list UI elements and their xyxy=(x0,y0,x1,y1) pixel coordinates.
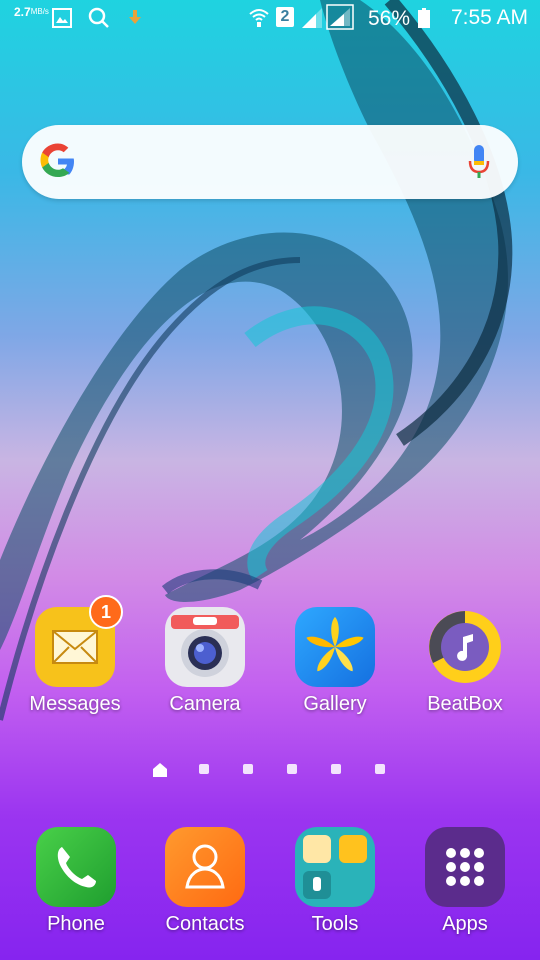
app-label: BeatBox xyxy=(427,693,503,715)
status-bar: 2.7 MB/s 2 56% 7:55 AM xyxy=(0,0,540,36)
page-dot[interactable] xyxy=(375,764,385,774)
search-icon xyxy=(88,7,110,29)
page-indicator xyxy=(0,762,540,778)
app-gallery[interactable]: Gallery xyxy=(270,607,400,716)
google-logo-icon xyxy=(40,143,74,177)
app-label: Apps xyxy=(442,913,488,935)
microphone-icon[interactable] xyxy=(468,143,490,181)
sim-icon: 2 xyxy=(276,7,294,27)
download-icon xyxy=(128,10,142,26)
signal-icon xyxy=(302,6,322,28)
google-search-bar[interactable] xyxy=(22,125,518,199)
wifi-icon xyxy=(248,6,270,28)
gallery-icon xyxy=(295,607,375,687)
app-label: Camera xyxy=(169,693,241,715)
contacts-icon xyxy=(165,827,245,907)
app-label: Phone xyxy=(47,913,105,935)
beatbox-icon xyxy=(425,607,505,687)
app-messages[interactable]: 1 Messages xyxy=(10,595,140,716)
app-contacts[interactable]: Contacts xyxy=(140,827,270,936)
app-tools[interactable]: Tools xyxy=(270,827,400,936)
camera-icon xyxy=(165,607,245,687)
battery-icon xyxy=(418,8,430,28)
tools-folder-icon xyxy=(295,827,375,907)
network-speed-value: 2.7 xyxy=(14,5,31,19)
app-label: Gallery xyxy=(303,693,367,715)
home-page-icon[interactable] xyxy=(152,762,168,778)
image-icon xyxy=(52,8,72,28)
battery-percent: 56% xyxy=(368,7,411,30)
app-label: Tools xyxy=(311,913,359,935)
app-drawer[interactable]: Apps xyxy=(400,827,530,936)
page-dot[interactable] xyxy=(199,764,209,774)
page-dot[interactable] xyxy=(243,764,253,774)
page-dot[interactable] xyxy=(287,764,297,774)
apps-grid-icon xyxy=(425,827,505,907)
signal-icon xyxy=(326,4,354,30)
phone-icon xyxy=(36,827,116,907)
app-phone[interactable]: Phone xyxy=(11,827,141,936)
network-speed-unit: MB/s xyxy=(30,7,49,16)
network-speed: 2.7 MB/s xyxy=(14,6,49,18)
notification-badge: 1 xyxy=(89,595,123,629)
app-camera[interactable]: Camera xyxy=(140,607,270,716)
app-beatbox[interactable]: BeatBox xyxy=(400,607,530,716)
messages-icon: 1 xyxy=(35,595,123,687)
app-label: Messages xyxy=(29,693,121,715)
app-label: Contacts xyxy=(165,913,245,935)
clock: 7:55 AM xyxy=(450,6,528,29)
page-dot[interactable] xyxy=(331,764,341,774)
